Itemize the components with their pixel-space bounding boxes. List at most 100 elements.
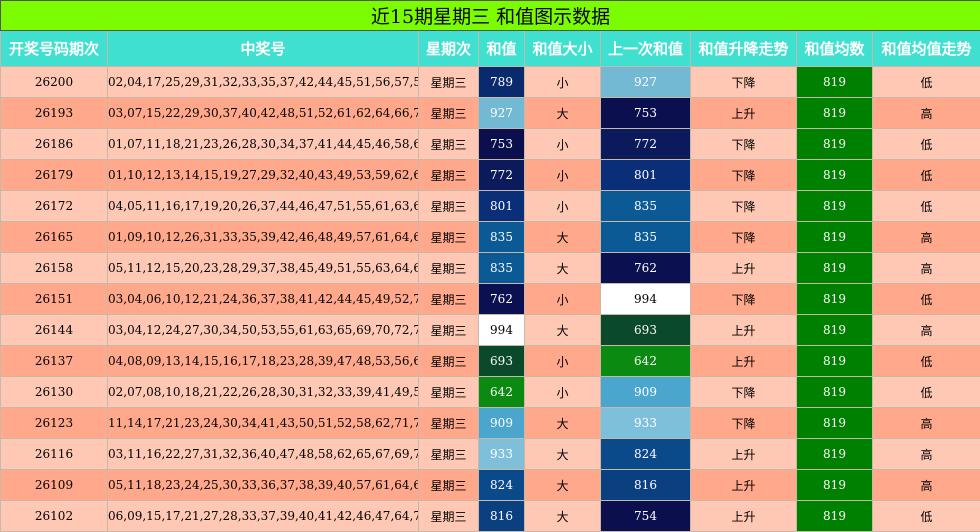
header-period: 开奖号码期次 [0, 30, 108, 67]
period-cell: 26186 [0, 128, 108, 160]
table-row: 26200 02,04,17,25,29,31,32,33,35,37,42,44… [0, 66, 980, 98]
numbers-cell: 03,04,12,24,27,30,34,50,53,55,61,63,65,6… [107, 314, 419, 346]
trend-cell: 下降 [690, 283, 797, 315]
size-cell: 大 [524, 469, 601, 501]
numbers-cell: 02,04,17,25,29,31,32,33,35,37,42,44,45,5… [107, 66, 419, 98]
weekday-cell: 星期三 [418, 66, 479, 98]
prev-sum-cell: 933 [600, 407, 691, 439]
weekday-cell: 星期三 [418, 283, 479, 315]
table-row: 26123 11,14,17,21,23,24,30,34,41,43,50,51… [0, 407, 980, 439]
size-cell: 小 [524, 376, 601, 408]
avg-cell: 819 [796, 345, 873, 377]
avg-trend-cell: 低 [871, 128, 980, 160]
avg-cell: 819 [796, 438, 873, 470]
table-row: 26116 03,11,16,22,27,31,32,36,40,47,48,58… [0, 438, 980, 470]
sum-cell: 816 [478, 500, 525, 532]
avg-cell: 819 [796, 97, 873, 129]
avg-cell: 819 [796, 221, 873, 253]
size-cell: 大 [524, 314, 601, 346]
weekday-cell: 星期三 [418, 500, 479, 532]
size-cell: 大 [524, 252, 601, 284]
weekday-cell: 星期三 [418, 190, 479, 222]
table-title: 近15期星期三 和值图示数据 [0, 0, 980, 31]
sum-cell: 693 [478, 345, 525, 377]
avg-trend-cell: 高 [871, 469, 980, 501]
trend-cell: 上升 [690, 345, 797, 377]
sum-cell: 762 [478, 283, 525, 315]
avg-trend-cell: 低 [871, 159, 980, 191]
avg-cell: 819 [796, 500, 873, 532]
avg-trend-cell: 低 [871, 345, 980, 377]
table-row: 26109 05,11,18,23,24,25,30,33,36,37,38,39… [0, 469, 980, 501]
sum-cell: 835 [478, 221, 525, 253]
trend-cell: 上升 [690, 469, 797, 501]
prev-sum-cell: 753 [600, 97, 691, 129]
period-cell: 26151 [0, 283, 108, 315]
period-cell: 26130 [0, 376, 108, 408]
avg-trend-cell: 高 [871, 314, 980, 346]
table-row: 26137 04,08,09,13,14,15,16,17,18,23,28,39… [0, 345, 980, 377]
table-row: 26179 01,10,12,13,14,15,19,27,29,32,40,43… [0, 159, 980, 191]
period-cell: 26172 [0, 190, 108, 222]
avg-trend-cell: 低 [871, 283, 980, 315]
avg-trend-cell: 低 [871, 190, 980, 222]
prev-sum-cell: 772 [600, 128, 691, 160]
numbers-cell: 01,07,11,18,21,23,26,28,30,34,37,41,44,4… [107, 128, 419, 160]
sum-cell: 909 [478, 407, 525, 439]
avg-cell: 819 [796, 190, 873, 222]
weekday-cell: 星期三 [418, 314, 479, 346]
prev-sum-cell: 754 [600, 500, 691, 532]
size-cell: 小 [524, 159, 601, 191]
trend-cell: 下降 [690, 128, 797, 160]
size-cell: 大 [524, 221, 601, 253]
prev-sum-cell: 824 [600, 438, 691, 470]
prev-sum-cell: 835 [600, 190, 691, 222]
prev-sum-cell: 927 [600, 66, 691, 98]
table-row: 26144 03,04,12,24,27,30,34,50,53,55,61,63… [0, 314, 980, 346]
table-body: 26200 02,04,17,25,29,31,32,33,35,37,42,44… [0, 66, 980, 532]
avg-trend-cell: 高 [871, 252, 980, 284]
header-avg: 和值均数 [796, 30, 873, 67]
header-weekday: 星期次 [418, 30, 479, 67]
avg-trend-cell: 低 [871, 66, 980, 98]
avg-trend-cell: 低 [871, 376, 980, 408]
avg-cell: 819 [796, 66, 873, 98]
period-cell: 26179 [0, 159, 108, 191]
avg-cell: 819 [796, 128, 873, 160]
weekday-cell: 星期三 [418, 252, 479, 284]
sum-cell: 642 [478, 376, 525, 408]
trend-cell: 上升 [690, 252, 797, 284]
avg-cell: 819 [796, 252, 873, 284]
period-cell: 26193 [0, 97, 108, 129]
weekday-cell: 星期三 [418, 438, 479, 470]
sum-cell: 824 [478, 469, 525, 501]
sum-cell: 994 [478, 314, 525, 346]
avg-trend-cell: 高 [871, 438, 980, 470]
header-sum-size: 和值大小 [524, 30, 601, 67]
numbers-cell: 02,07,08,10,18,21,22,26,28,30,31,32,33,3… [107, 376, 419, 408]
size-cell: 大 [524, 97, 601, 129]
prev-sum-cell: 801 [600, 159, 691, 191]
numbers-cell: 05,11,12,15,20,23,28,29,37,38,45,49,51,5… [107, 252, 419, 284]
period-cell: 26123 [0, 407, 108, 439]
period-cell: 26158 [0, 252, 108, 284]
table-row: 26172 04,05,11,16,17,19,20,26,37,44,46,47… [0, 190, 980, 222]
sum-cell: 772 [478, 159, 525, 191]
avg-cell: 819 [796, 314, 873, 346]
sum-cell: 753 [478, 128, 525, 160]
avg-trend-cell: 低 [871, 500, 980, 532]
sum-cell: 835 [478, 252, 525, 284]
avg-trend-cell: 高 [871, 407, 980, 439]
weekday-cell: 星期三 [418, 128, 479, 160]
prev-sum-cell: 762 [600, 252, 691, 284]
header-prev-sum: 上一次和值 [600, 30, 691, 67]
period-cell: 26102 [0, 500, 108, 532]
avg-cell: 819 [796, 469, 873, 501]
numbers-cell: 01,10,12,13,14,15,19,27,29,32,40,43,49,5… [107, 159, 419, 191]
numbers-cell: 06,09,15,17,21,27,28,33,37,39,40,41,42,4… [107, 500, 419, 532]
weekday-cell: 星期三 [418, 97, 479, 129]
table-row: 26165 01,09,10,12,26,31,33,35,39,42,46,48… [0, 221, 980, 253]
trend-cell: 下降 [690, 221, 797, 253]
prev-sum-cell: 693 [600, 314, 691, 346]
sum-cell: 789 [478, 66, 525, 98]
